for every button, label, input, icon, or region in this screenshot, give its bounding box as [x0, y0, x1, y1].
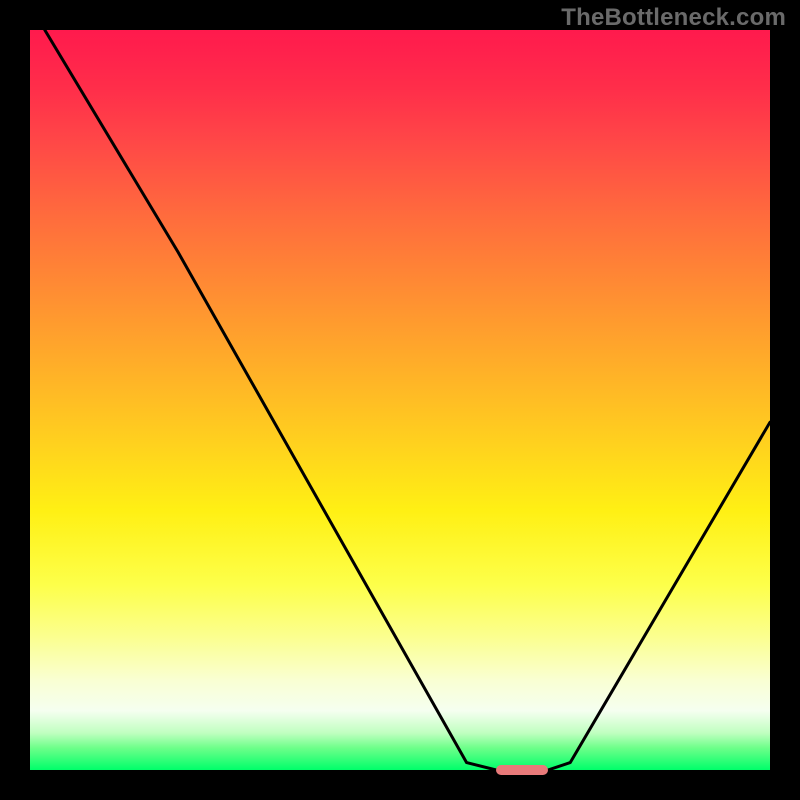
optimal-marker [496, 765, 548, 775]
plot-area [30, 30, 770, 770]
watermark-text: TheBottleneck.com [561, 4, 786, 32]
chart-container: TheBottleneck.com [0, 0, 800, 800]
bottleneck-curve [30, 30, 770, 770]
